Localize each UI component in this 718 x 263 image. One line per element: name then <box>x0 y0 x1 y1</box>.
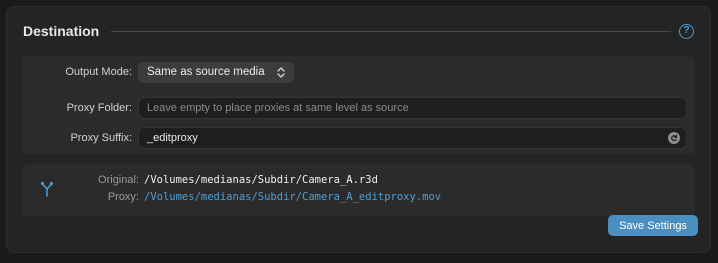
proxy-folder-input[interactable]: Leave empty to place proxies at same lev… <box>138 97 687 119</box>
help-icon[interactable]: ? <box>679 23 694 39</box>
save-settings-button[interactable]: Save Settings <box>608 215 698 236</box>
destination-panel: Destination ? Output Mode: Same as sourc… <box>6 6 711 253</box>
section-header: Destination ? <box>23 22 694 40</box>
original-label: Original: <box>98 174 139 186</box>
proxy-suffix-label: Proxy Suffix: <box>70 132 132 144</box>
proxy-folder-label: Proxy Folder: <box>66 102 132 114</box>
output-mode-row: Output Mode: Same as source media <box>22 61 695 83</box>
chevron-up-down-icon <box>276 66 285 78</box>
proxy-suffix-row: Proxy Suffix: _editproxy <box>22 127 695 149</box>
settings-group: Output Mode: Same as source media Proxy … <box>22 56 695 154</box>
proxy-label: Proxy: <box>107 191 139 203</box>
branch-icon <box>40 181 54 197</box>
proxy-path: /Volumes/medianas/Subdir/Camera_A_editpr… <box>144 191 442 203</box>
output-mode-value: Same as source media <box>147 66 265 78</box>
header-divider <box>111 30 671 32</box>
reset-icon[interactable] <box>668 132 680 144</box>
help-icon-glyph: ? <box>683 25 690 36</box>
path-preview: Original: /Volumes/medianas/Subdir/Camer… <box>22 164 695 216</box>
proxy-suffix-value: _editproxy <box>147 132 198 144</box>
output-mode-select[interactable]: Same as source media <box>138 61 294 83</box>
proxy-folder-placeholder: Leave empty to place proxies at same lev… <box>147 102 409 114</box>
output-mode-label: Output Mode: <box>65 66 132 78</box>
proxy-suffix-input[interactable]: _editproxy <box>138 127 687 149</box>
proxy-folder-row: Proxy Folder: Leave empty to place proxi… <box>22 97 695 119</box>
original-path: /Volumes/medianas/Subdir/Camera_A.r3d <box>144 174 378 186</box>
section-title: Destination <box>23 23 100 39</box>
